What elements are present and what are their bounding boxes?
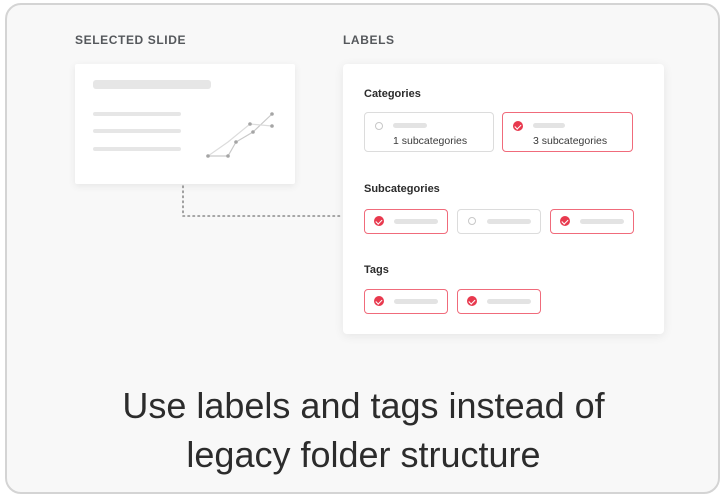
- tag-chip-1[interactable]: [364, 289, 448, 314]
- chip-placeholder: [394, 299, 438, 304]
- check-icon: [513, 121, 523, 131]
- chip-placeholder: [487, 299, 531, 304]
- labels-panel: Categories 1 subcategories 3 subcategori…: [343, 64, 664, 334]
- subcategories-title: Subcategories: [364, 183, 440, 195]
- caption-line-1: Use labels and tags instead of: [122, 385, 605, 426]
- labels-heading: LABELS: [343, 33, 395, 47]
- subcategory-chip-1[interactable]: [364, 209, 448, 234]
- chip-placeholder: [487, 219, 531, 224]
- check-icon: [467, 296, 477, 306]
- category-option-label: 1 subcategories: [393, 135, 468, 147]
- category-option-1[interactable]: 1 subcategories: [364, 112, 494, 152]
- subcategory-chip-3[interactable]: [550, 209, 634, 234]
- option-placeholder: [393, 123, 427, 128]
- slide-chart-icon: [206, 112, 274, 158]
- category-option-2[interactable]: 3 subcategories: [502, 112, 633, 152]
- check-icon: [560, 216, 570, 226]
- category-option-label: 3 subcategories: [533, 135, 608, 147]
- radio-icon: [375, 122, 383, 130]
- check-icon: [374, 216, 384, 226]
- check-icon: [374, 296, 384, 306]
- radio-icon: [468, 217, 476, 225]
- categories-title: Categories: [364, 88, 421, 100]
- tag-chip-2[interactable]: [457, 289, 541, 314]
- feature-caption: Use labels and tags instead of legacy fo…: [0, 381, 727, 479]
- chip-placeholder: [394, 219, 438, 224]
- slide-line-placeholder: [93, 147, 181, 151]
- slide-line-placeholder: [93, 112, 181, 116]
- caption-line-2: legacy folder structure: [186, 434, 541, 475]
- option-placeholder: [533, 123, 565, 128]
- subcategory-chip-2[interactable]: [457, 209, 541, 234]
- tags-title: Tags: [364, 264, 389, 276]
- slide-thumbnail: [75, 64, 295, 184]
- chip-placeholder: [580, 219, 624, 224]
- selected-slide-heading: SELECTED SLIDE: [75, 33, 187, 47]
- slide-title-placeholder: [93, 80, 211, 89]
- slide-line-placeholder: [93, 129, 181, 133]
